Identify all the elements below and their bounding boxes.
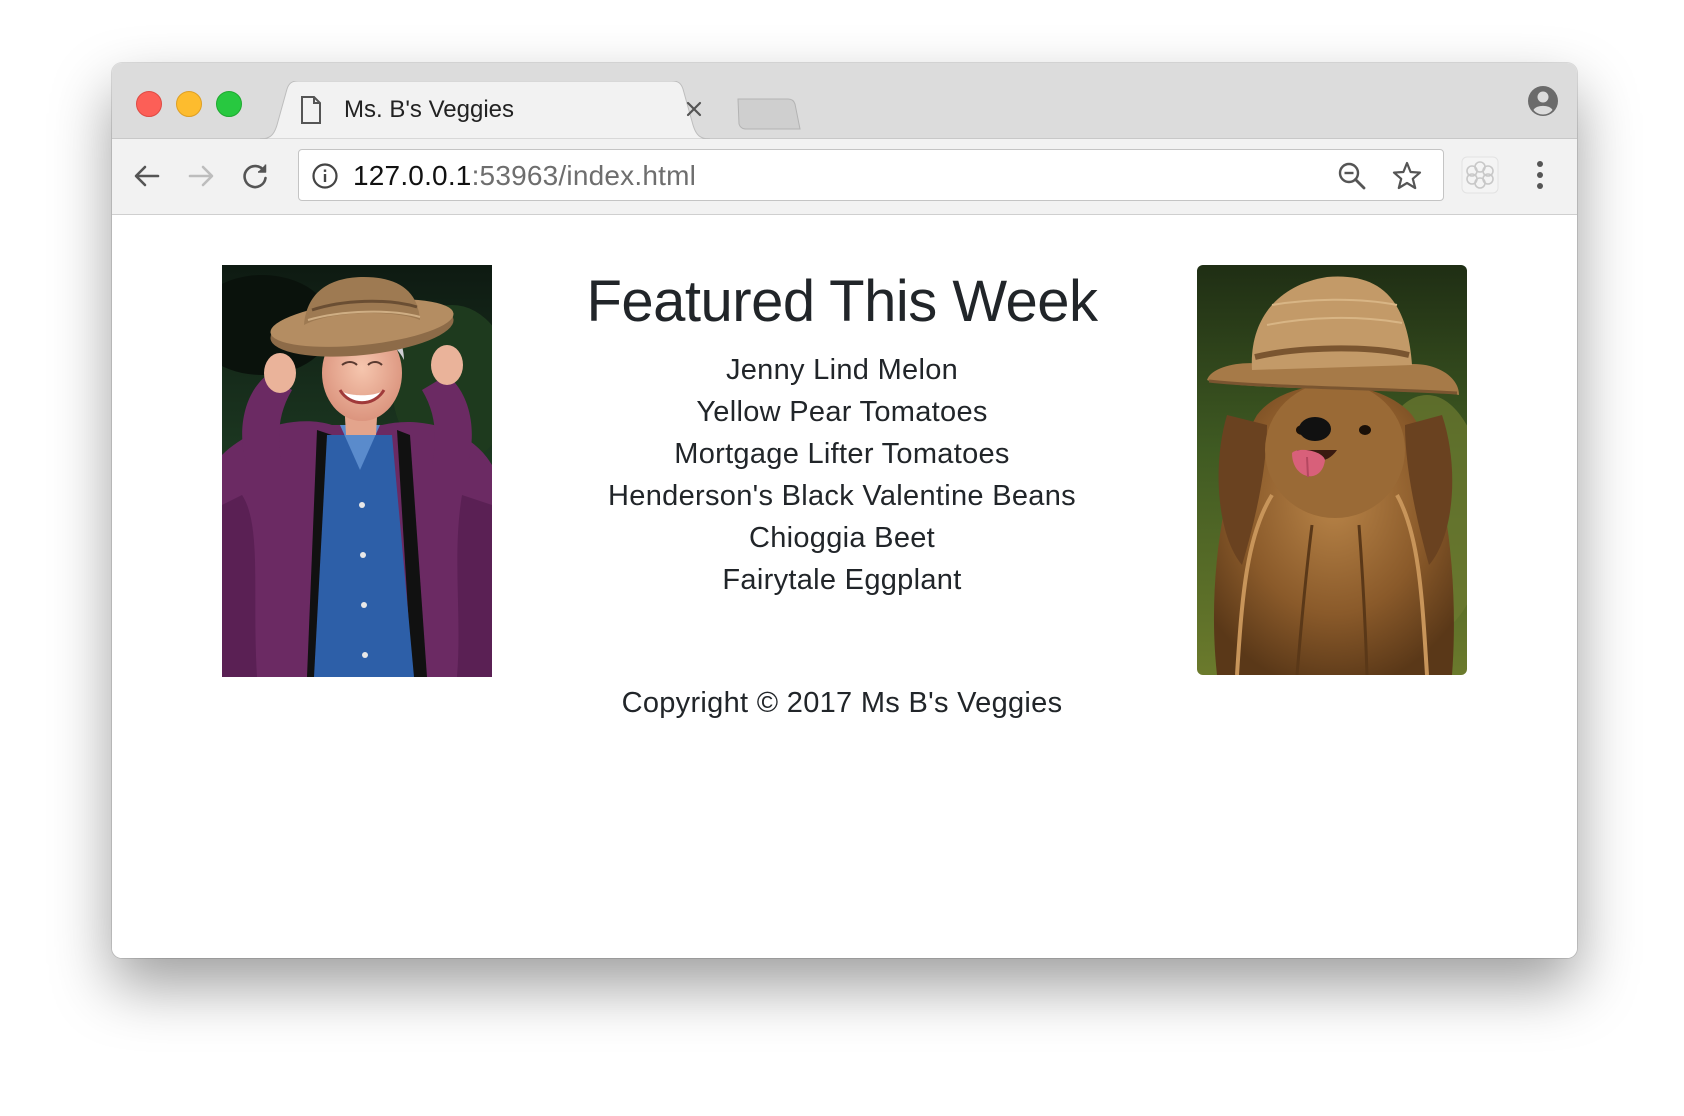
screenshot-stage: Ms. B's Veggies 127.0.0.1:53963/index.ht… <box>0 0 1684 1116</box>
list-item: Mortgage Lifter Tomatoes <box>674 438 1010 470</box>
page-viewport: Featured This Week Jenny Lind Melon Yell… <box>112 215 1577 958</box>
dog-in-hat-image <box>1197 265 1467 675</box>
tab-close-icon[interactable] <box>682 97 706 121</box>
tab-active[interactable]: Ms. B's Veggies <box>260 81 710 139</box>
url-host: 127.0.0.1 <box>353 160 472 191</box>
star-icon[interactable] <box>1391 160 1423 192</box>
info-icon[interactable] <box>311 162 339 190</box>
url-path: :53963/index.html <box>471 160 697 191</box>
back-button[interactable] <box>128 157 166 195</box>
new-tab-button[interactable] <box>734 97 802 131</box>
tab-strip: Ms. B's Veggies <box>112 63 1577 139</box>
back-arrow-icon <box>134 165 160 187</box>
extension-icon[interactable] <box>1460 155 1500 195</box>
list-item: Chioggia Beet <box>748 522 936 554</box>
browser-window: Ms. B's Veggies 127.0.0.1:53963/index.ht… <box>112 63 1577 958</box>
close-window-button[interactable] <box>136 91 162 117</box>
reload-icon <box>243 164 267 189</box>
list-item: Jenny Lind Melon <box>725 354 959 386</box>
forward-arrow-icon <box>188 165 214 187</box>
zoom-out-icon[interactable] <box>1337 161 1367 191</box>
forward-button[interactable] <box>182 157 220 195</box>
woman-in-hat-image <box>222 265 492 677</box>
address-bar[interactable]: 127.0.0.1:53963/index.html <box>298 149 1444 201</box>
tab-title: Ms. B's Veggies <box>344 96 514 123</box>
minimize-window-button[interactable] <box>176 91 202 117</box>
more-menu-icon[interactable] <box>1532 157 1548 193</box>
browser-toolbar: 127.0.0.1:53963/index.html <box>112 139 1577 215</box>
list-item: Yellow Pear Tomatoes <box>696 396 988 428</box>
list-item: Fairytale Eggplant <box>722 564 962 596</box>
page-icon <box>301 96 321 124</box>
reload-button[interactable] <box>236 157 274 195</box>
footer-copyright: Copyright © 2017 Ms B's Veggies <box>621 687 1063 719</box>
list-item: Henderson's Black Valentine Beans <box>608 480 1076 512</box>
featured-section: Featured This Week Jenny Lind Melon Yell… <box>532 265 1152 601</box>
profile-icon[interactable] <box>1527 85 1559 117</box>
woman-photo <box>222 265 492 677</box>
page-heading: Featured This Week <box>586 269 1098 334</box>
dog-photo <box>1197 265 1467 675</box>
maximize-window-button[interactable] <box>216 91 242 117</box>
url-text[interactable]: 127.0.0.1:53963/index.html <box>353 160 696 192</box>
featured-list: Jenny Lind Melon Yellow Pear Tomatoes Mo… <box>532 349 1152 601</box>
